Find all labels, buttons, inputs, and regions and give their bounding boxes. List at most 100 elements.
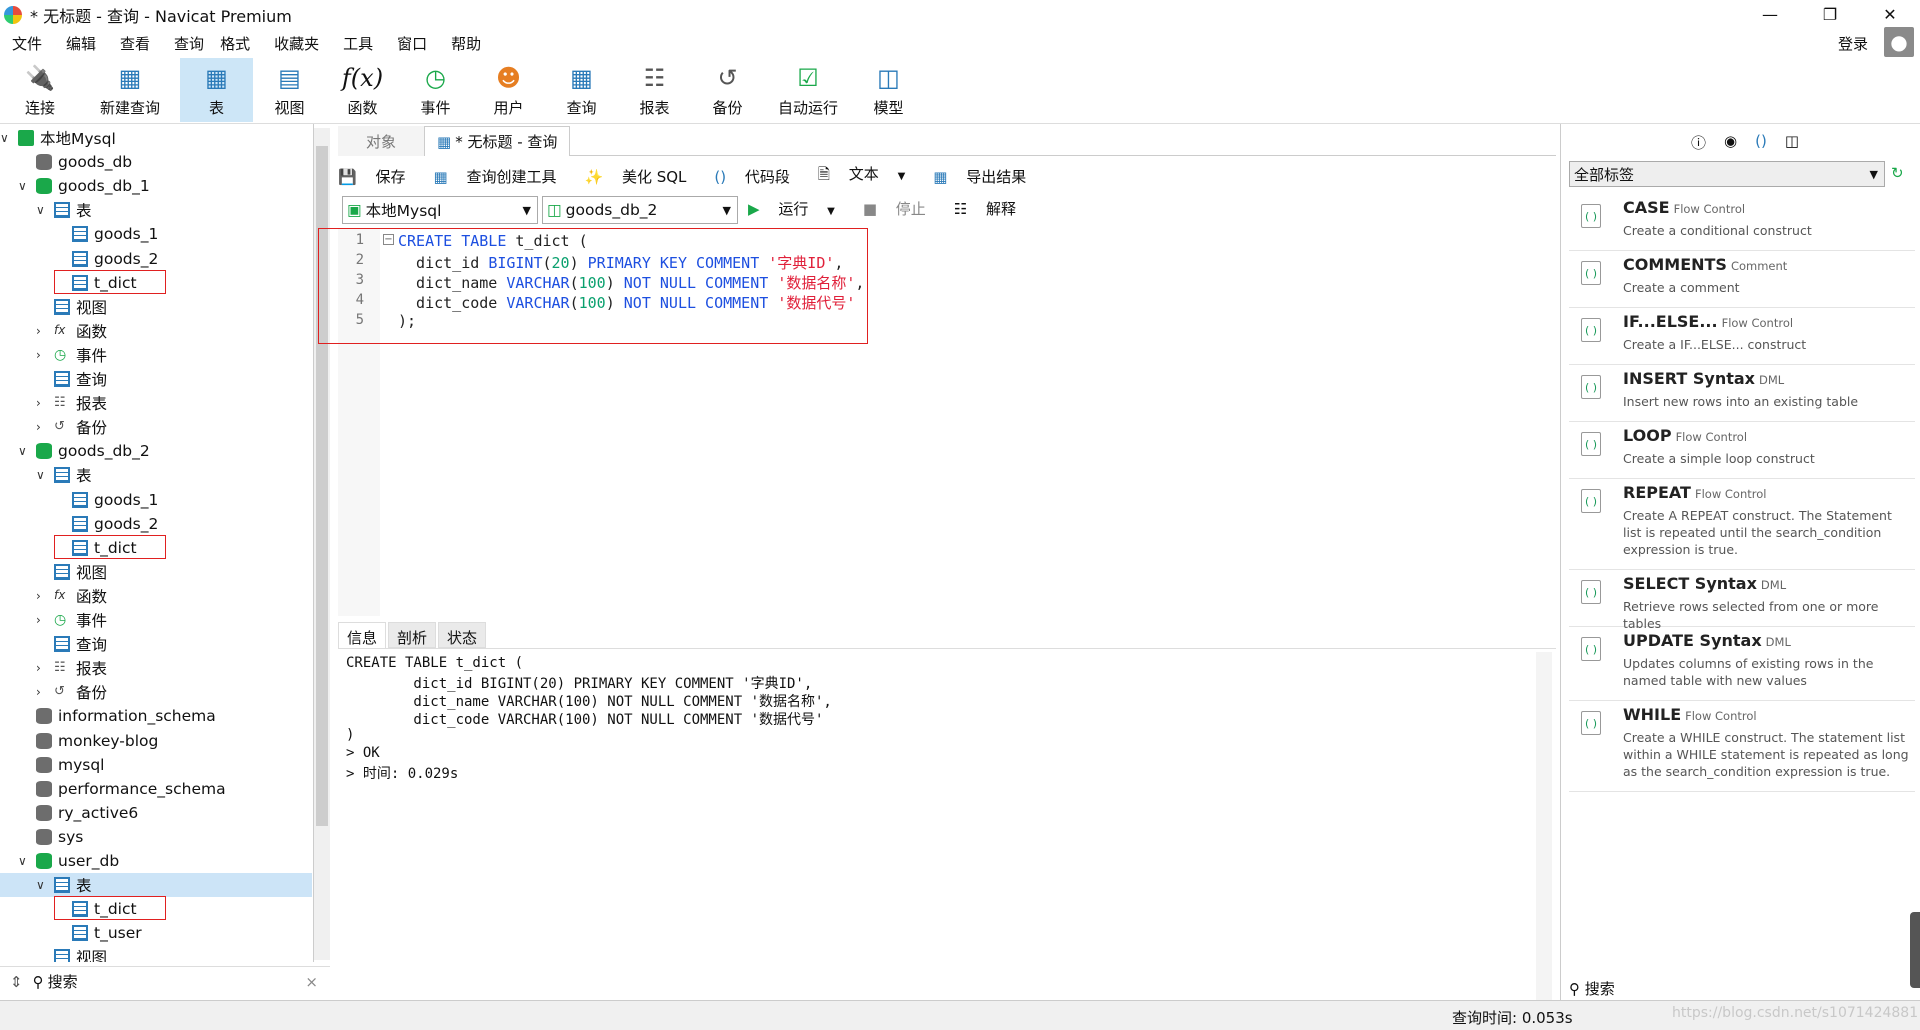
tree-item[interactable]: › ☷ 报表 xyxy=(0,656,312,680)
tree-item[interactable]: 视图 xyxy=(0,945,312,962)
info-icon[interactable]: ⓘ xyxy=(1691,132,1706,153)
tree-item[interactable]: 查询 xyxy=(0,367,312,391)
menu-window[interactable]: 窗口 xyxy=(385,33,439,54)
tree-item[interactable]: ∨ 表 xyxy=(0,463,312,487)
minimize-button[interactable]: — xyxy=(1740,0,1800,29)
tree-item[interactable]: goods_1 xyxy=(0,488,312,512)
tree-item[interactable]: sys xyxy=(0,825,312,849)
menu-format[interactable]: 格式 xyxy=(208,33,262,54)
tree-item[interactable]: goods_2 xyxy=(0,512,312,536)
tree-item[interactable]: ∨ user_db xyxy=(0,849,312,873)
avatar[interactable]: ● xyxy=(1884,27,1914,57)
tree-item[interactable]: 视图 xyxy=(0,295,312,319)
tree-item[interactable]: mysql xyxy=(0,753,312,777)
text-button[interactable]: 🗎 文本 ▼ xyxy=(818,163,919,189)
menu-query[interactable]: 查询 xyxy=(162,33,208,54)
toolbar-report-button[interactable]: ☷ 报表 xyxy=(618,58,691,122)
toolbar-new-query-button[interactable]: ▦ 新建查询 xyxy=(80,58,180,122)
toolbar-view-button[interactable]: ▤ 视图 xyxy=(253,58,326,122)
tree-item[interactable]: information_schema xyxy=(0,704,312,728)
tree-item[interactable]: 视图 xyxy=(0,560,312,584)
toolbar-query-button[interactable]: ▦ 查询 xyxy=(545,58,618,122)
tree-item[interactable]: ∨ goods_db_1 xyxy=(0,174,312,198)
tree-item[interactable]: › ◷ 事件 xyxy=(0,608,312,632)
stop-button[interactable]: ■ 停止 xyxy=(863,198,940,219)
snippet-item[interactable]: ( ) REPEAT Flow Control Create A REPEAT con… xyxy=(1569,479,1915,570)
snippet-item[interactable]: ( ) COMMENTS Comment Create a comment xyxy=(1569,251,1915,308)
tree-item[interactable]: t_dict xyxy=(0,534,312,560)
menu-view[interactable]: 查看 xyxy=(108,33,162,54)
sql-editor[interactable]: 1 2 3 4 5 − CREATE TABLE t_dict ( dict_i… xyxy=(318,228,1556,616)
tab-status[interactable]: 状态 xyxy=(438,622,487,648)
tree-item[interactable]: ry_active6 xyxy=(0,801,312,825)
chevron-down-icon[interactable]: ∨ xyxy=(36,203,45,217)
chevron-right-icon[interactable]: › xyxy=(36,324,41,338)
code-snippet-button[interactable]: () 代码段 xyxy=(714,166,804,187)
tree-item[interactable]: ∨ 表 xyxy=(0,873,312,898)
snippet-item[interactable]: ( ) UPDATE Syntax DML Updates columns of ex… xyxy=(1569,627,1915,701)
braces-icon[interactable]: () xyxy=(1755,132,1767,153)
toolbar-model-button[interactable]: ◫ 模型 xyxy=(852,58,925,122)
tree-item[interactable]: t_dict xyxy=(0,896,312,921)
tree-item[interactable]: ∨ 本地Mysql xyxy=(0,126,312,150)
tab-objects[interactable]: 对象 xyxy=(338,126,424,156)
explain-button[interactable]: ☷ 解释 xyxy=(954,198,1030,219)
maximize-button[interactable]: ❐ xyxy=(1800,0,1860,29)
tree-item[interactable]: performance_schema xyxy=(0,777,312,801)
beautify-sql-button[interactable]: ✨ 美化 SQL xyxy=(584,166,700,187)
login-link[interactable]: 登录 xyxy=(1826,33,1880,54)
tree-item[interactable]: goods_1 xyxy=(0,222,312,246)
database-select[interactable]: ◫ goods_db_2 ▼ xyxy=(542,196,738,224)
tab-query[interactable]: ▦ * 无标题 - 查询 xyxy=(424,126,571,156)
tree-item[interactable]: › ↺ 备份 xyxy=(0,415,312,439)
tree-item[interactable]: monkey-blog xyxy=(0,729,312,753)
close-button[interactable]: ✕ xyxy=(1860,0,1920,29)
chevron-right-icon[interactable]: › xyxy=(36,420,41,434)
tree-item[interactable]: › fx 函数 xyxy=(0,319,312,343)
menu-edit[interactable]: 编辑 xyxy=(54,33,108,54)
menu-tools[interactable]: 工具 xyxy=(331,33,385,54)
chevron-down-icon[interactable]: ∨ xyxy=(36,468,45,482)
toolbar-table-button[interactable]: ▦ 表 xyxy=(180,58,253,122)
snippet-item[interactable]: ( ) WHILE Flow Control Create a WHILE const… xyxy=(1569,701,1915,792)
snippet-item[interactable]: ( ) LOOP Flow Control Create a simple loop … xyxy=(1569,422,1915,479)
snippet-item[interactable]: ( ) IF...ELSE... Flow Control Create a IF..… xyxy=(1569,308,1915,365)
tree-item[interactable]: › ↺ 备份 xyxy=(0,680,312,704)
chevron-right-icon[interactable]: › xyxy=(36,661,41,675)
run-button[interactable]: ▶ 运行 ▼ xyxy=(748,198,849,219)
tree-item[interactable]: › ◷ 事件 xyxy=(0,343,312,367)
snippet-item[interactable]: ( ) CASE Flow Control Create a conditional … xyxy=(1569,194,1915,251)
snippet-search[interactable]: ⚲ 搜索 xyxy=(1569,978,1615,999)
tree-item[interactable]: › ☷ 报表 xyxy=(0,391,312,415)
tree-item[interactable]: goods_db xyxy=(0,150,312,174)
chevron-right-icon[interactable]: › xyxy=(36,589,41,603)
menu-favorites[interactable]: 收藏夹 xyxy=(262,33,331,54)
snippet-item[interactable]: ( ) SELECT Syntax DML Retrieve rows selecte… xyxy=(1569,570,1915,631)
toolbar-event-button[interactable]: ◷ 事件 xyxy=(399,58,472,122)
tree-item[interactable]: goods_2 xyxy=(0,247,312,271)
tree-item[interactable]: ∨ goods_db_2 xyxy=(0,439,312,463)
eye-icon[interactable]: ◉ xyxy=(1724,132,1737,153)
save-button[interactable]: 💾 保存 xyxy=(338,166,419,187)
export-results-button[interactable]: ▦ 导出结果 xyxy=(933,166,1040,187)
tree-item[interactable]: t_dict xyxy=(0,269,312,295)
tree-item[interactable]: 查询 xyxy=(0,632,312,656)
chevron-down-icon[interactable]: ∨ xyxy=(36,878,45,892)
tab-profile[interactable]: 剖析 xyxy=(388,622,437,648)
chevron-down-icon[interactable]: ∨ xyxy=(0,131,9,145)
clear-icon[interactable]: × xyxy=(305,973,318,991)
tree-item[interactable]: › fx 函数 xyxy=(0,584,312,608)
snippet-item[interactable]: ( ) INSERT Syntax DML Insert new rows into … xyxy=(1569,365,1915,422)
toolbar-function-button[interactable]: f(x) 函数 xyxy=(326,58,399,122)
menu-file[interactable]: 文件 xyxy=(0,33,54,54)
tree-item[interactable]: t_user xyxy=(0,921,312,945)
tab-info[interactable]: 信息 xyxy=(338,622,387,648)
connection-select[interactable]: ▣ 本地Mysql ▼ xyxy=(342,196,538,224)
query-builder-button[interactable]: ▦ 查询创建工具 xyxy=(433,166,570,187)
tree-item[interactable]: ∨ 表 xyxy=(0,198,312,222)
refresh-icon[interactable]: ↻ xyxy=(1891,164,1904,182)
toolbar-autorun-button[interactable]: ☑ 自动运行 xyxy=(764,58,852,122)
toolbar-backup-button[interactable]: ↺ 备份 xyxy=(691,58,764,122)
chevron-right-icon[interactable]: › xyxy=(36,396,41,410)
toolbar-connect-button[interactable]: 🔌 连接 xyxy=(0,58,80,122)
